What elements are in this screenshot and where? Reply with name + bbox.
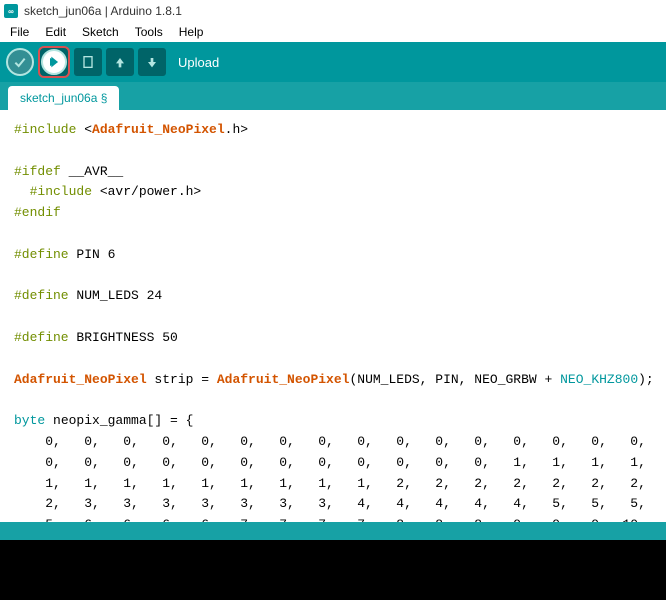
code-token: (NUM_LEDS, PIN, NEO_GRBW +	[349, 372, 560, 387]
statusbar	[0, 522, 666, 540]
verify-button[interactable]	[6, 48, 34, 76]
code-token: .h>	[225, 122, 248, 137]
code-token: Adafruit_NeoPixel	[217, 372, 350, 387]
menu-file[interactable]: File	[4, 23, 35, 41]
code-token: __AVR__	[61, 164, 123, 179]
code-token: Adafruit_NeoPixel	[92, 122, 225, 137]
toolbar-label: Upload	[178, 55, 219, 70]
code-token: #define	[14, 247, 69, 262]
code-token: #endif	[14, 205, 61, 220]
code-token: 0, 0, 0, 0, 0, 0, 0, 0, 0, 0, 0, 0, 0, 0…	[14, 434, 646, 449]
code-token: 2, 3, 3, 3, 3, 3, 3, 3, 4, 4, 4, 4, 4, 5…	[14, 496, 646, 511]
upload-button[interactable]	[38, 46, 70, 78]
code-token: #ifdef	[14, 164, 61, 179]
open-button[interactable]	[106, 48, 134, 76]
code-token: #include	[14, 122, 76, 137]
code-token: Adafruit_NeoPixel	[14, 372, 147, 387]
titlebar: ∞ sketch_jun06a | Arduino 1.8.1	[0, 0, 666, 22]
code-token: strip =	[147, 372, 217, 387]
tabbar: sketch_jun06a §	[0, 82, 666, 110]
new-button[interactable]	[74, 48, 102, 76]
code-token: byte	[14, 413, 45, 428]
save-button[interactable]	[138, 48, 166, 76]
menu-sketch[interactable]: Sketch	[76, 23, 125, 41]
code-token: <avr/power.h>	[92, 184, 201, 199]
code-editor[interactable]: #include <Adafruit_NeoPixel.h> #ifdef __…	[0, 110, 666, 522]
code-token: #include	[14, 184, 92, 199]
menu-edit[interactable]: Edit	[39, 23, 72, 41]
code-token: <	[76, 122, 92, 137]
arduino-app-icon: ∞	[4, 4, 18, 18]
tab-sketch[interactable]: sketch_jun06a §	[8, 86, 119, 110]
code-token: #define	[14, 330, 69, 345]
code-token: 1, 1, 1, 1, 1, 1, 1, 1, 1, 2, 2, 2, 2, 2…	[14, 476, 646, 491]
menu-help[interactable]: Help	[173, 23, 210, 41]
toolbar: Upload	[0, 42, 666, 82]
code-token: NEO_KHZ800	[560, 372, 638, 387]
code-token: 0, 0, 0, 0, 0, 0, 0, 0, 0, 0, 0, 0, 1, 1…	[14, 455, 646, 470]
menu-tools[interactable]: Tools	[129, 23, 169, 41]
window-title: sketch_jun06a | Arduino 1.8.1	[24, 4, 182, 18]
console	[0, 540, 666, 600]
code-token: BRIGHTNESS 50	[69, 330, 178, 345]
code-token: PIN 6	[69, 247, 116, 262]
code-token: #define	[14, 288, 69, 303]
code-token: NUM_LEDS 24	[69, 288, 163, 303]
code-token: neopix_gamma[] = {	[45, 413, 193, 428]
code-token: );	[638, 372, 654, 387]
menubar: File Edit Sketch Tools Help	[0, 22, 666, 42]
